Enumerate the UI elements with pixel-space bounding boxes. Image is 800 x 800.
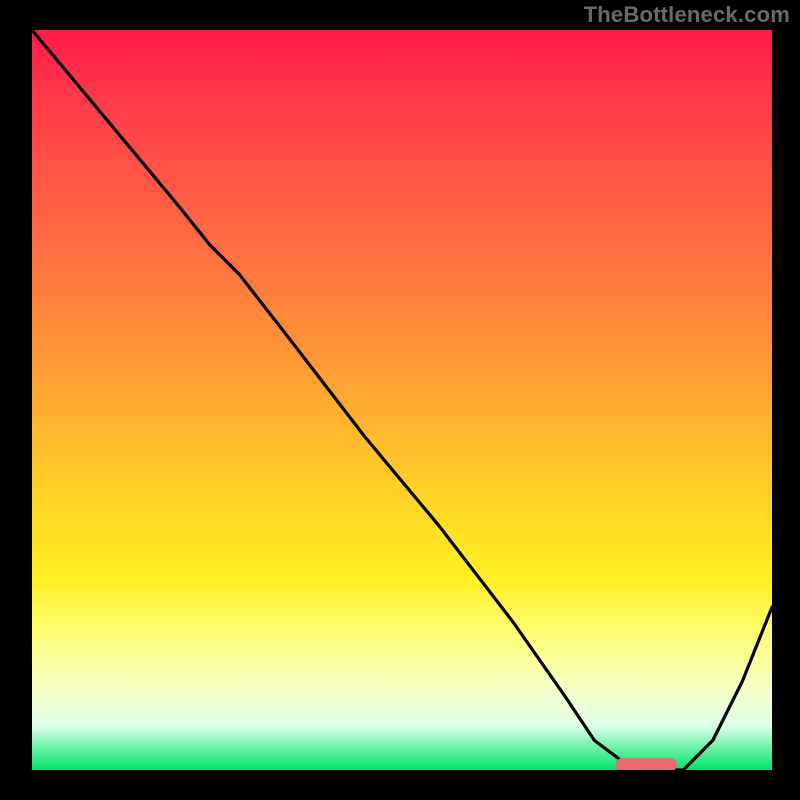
- watermark-text: TheBottleneck.com: [584, 2, 790, 28]
- bottleneck-curve: [32, 30, 772, 770]
- optimal-range-marker: [617, 759, 676, 770]
- plot-area: [32, 30, 772, 770]
- chart-overlay: [32, 30, 772, 770]
- chart-frame: TheBottleneck.com: [0, 0, 800, 800]
